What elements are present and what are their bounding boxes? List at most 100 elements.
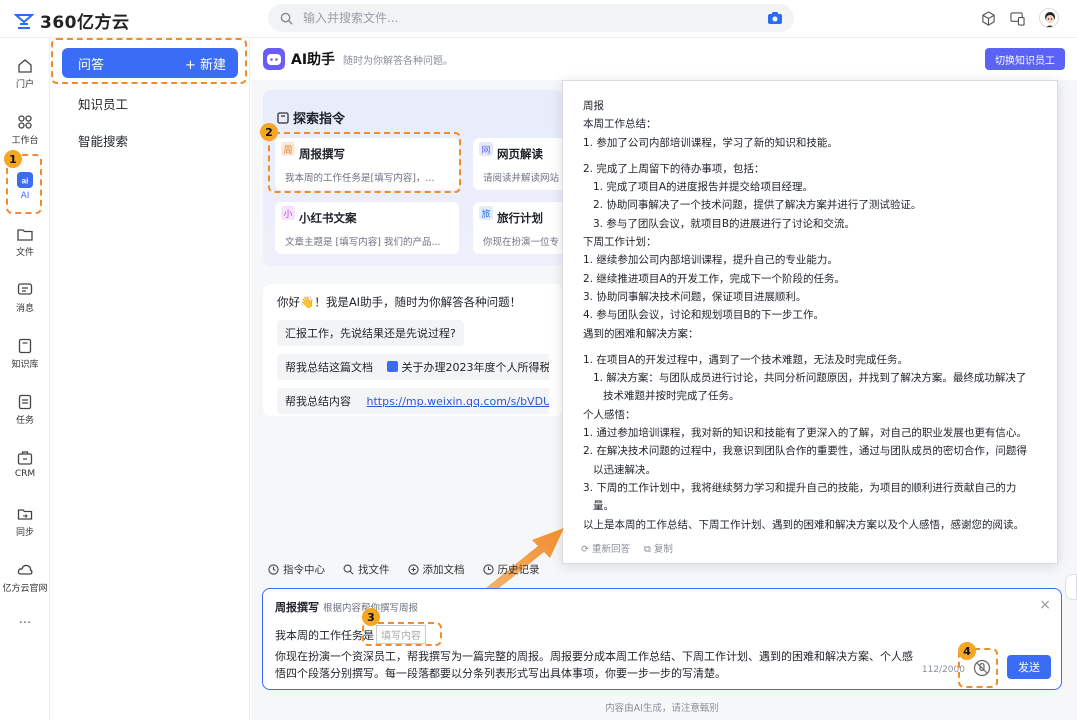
step-badge-1: 1 (4, 150, 22, 168)
answer-actions: ⟳ 重新回答 ⧉ 复制 (581, 541, 673, 555)
nav-item-sync[interactable]: 同步 (0, 506, 50, 538)
search-icon (343, 564, 354, 575)
regenerate-button[interactable]: ⟳ 重新回答 (581, 541, 630, 555)
logo-icon (14, 13, 34, 29)
suggestion-label: 帮我总结这篇文档 (285, 361, 373, 374)
highlight-qa-button (51, 38, 247, 84)
step-badge-4: 4 (958, 642, 976, 660)
nav-item-tasks[interactable]: 任务 (0, 394, 50, 426)
prompt-title: 周报撰写 (275, 601, 319, 614)
compass-icon (268, 564, 279, 575)
copy-label: 复制 (653, 544, 673, 555)
book-icon (18, 338, 32, 354)
brand-logo[interactable]: 360亿方云 (14, 8, 130, 33)
nav-item-more[interactable]: ··· (0, 616, 50, 631)
answer-line: 以迅速解决。 (593, 463, 656, 476)
answer-line: 以上是本周的工作总结、下周工作计划、遇到的困难和解决方案以及个人感悟，感谢您的阅… (583, 518, 1024, 531)
suggestion-chip[interactable]: 帮我总结这篇文档 关于办理2023年度个人所得税... (277, 354, 549, 380)
explore-title: 探索指令 (277, 108, 345, 127)
suggestion-chip[interactable]: 汇报工作，先说结果还是先说过程? (277, 320, 464, 346)
copy-button[interactable]: ⧉ 复制 (644, 541, 673, 555)
add-document-button[interactable]: 添加文档 (407, 562, 465, 577)
command-card-web-reading[interactable]: 网 网页解读 请阅读并解读网站 (473, 138, 563, 190)
find-file-button[interactable]: 找文件 (343, 562, 390, 577)
nav-label: 文件 (15, 248, 34, 258)
answer-line: 2. 在解决技术问题的过程中，我意识到团队合作的重要性，通过与团队成员的密切合作… (583, 445, 1027, 458)
search-input[interactable] (303, 11, 768, 25)
sidebar-item-knowledge-staff[interactable]: 知识员工 (78, 94, 128, 113)
history-button[interactable]: 历史记录 (482, 562, 540, 577)
switch-staff-button[interactable]: 切换知识员工 (985, 48, 1065, 70)
cloud-icon (17, 564, 33, 575)
step-badge-2: 2 (260, 123, 278, 141)
side-float-button[interactable] (1065, 574, 1077, 600)
answer-line: 下周工作计划： (583, 236, 657, 249)
input-toolbar: 指令中心 找文件 添加文档 历史记录 (268, 562, 540, 577)
close-icon[interactable]: × (1039, 597, 1051, 613)
answer-line: 1. 继续参加公司内部培训课程，提升自己的专业能力。 (583, 254, 838, 267)
send-button[interactable]: 发送 (1007, 655, 1051, 679)
top-bar: 360亿方云 (0, 0, 1077, 38)
suggestion-label: 帮我总结内容 (285, 395, 351, 408)
nav-label: 亿方云官网 (2, 584, 48, 594)
user-avatar[interactable] (1039, 8, 1059, 28)
nav-item-website[interactable]: 亿方云官网 (0, 562, 50, 594)
answer-line: 1. 解决方案：与团队成员进行讨论，共同分析问题原因，并找到了解决方案。最终成功… (593, 372, 1027, 385)
tag-icon: 小 (281, 206, 295, 220)
nav-label: 知识库 (11, 360, 39, 370)
suggestion-doc: 关于办理2023年度个人所得税... (401, 361, 550, 374)
toolbar-label: 历史记录 (497, 564, 540, 576)
answer-line: 个人感悟： (583, 408, 636, 421)
answer-line: 1. 参加了公司内部培训课程，学习了新的知识和技能。 (583, 136, 838, 149)
card-title: 旅行计划 (497, 211, 543, 225)
nav-item-knowledge[interactable]: 知识库 (0, 338, 50, 370)
suggestion-chip[interactable]: 帮我总结内容 https://mp.weixin.qq.com/s/bVDUHn… (277, 388, 549, 414)
sidebar-item-smart-search[interactable]: 智能搜索 (78, 131, 128, 150)
answer-line: 3. 参与了团队会议，就项目B的进展进行了讨论和交流。 (593, 217, 856, 230)
answer-line: 2. 继续推进项目A的开发工作，完成下一个阶段的任务。 (583, 272, 846, 285)
answer-line: 本周工作总结： (583, 118, 657, 131)
toolbar-label: 找文件 (358, 564, 390, 576)
nav-item-files[interactable]: 文件 (0, 226, 50, 258)
answer-popup: 周报 本周工作总结： 1. 参加了公司内部培训课程，学习了新的知识和技能。 2. 完成… (562, 80, 1058, 564)
greeting-text: 你好👋！我是AI助手，随时为你解答各种问题！ (277, 295, 522, 309)
highlight-weekly-card (268, 132, 461, 193)
word-doc-icon (386, 361, 398, 372)
command-card-xiaohongshu[interactable]: 小 小红书文案 文章主题是 [填写内容] 我们的产品... (275, 202, 459, 254)
camera-icon[interactable] (768, 12, 782, 24)
answer-line: 2. 完成了上周留下的待办事项，包括： (583, 162, 765, 175)
book-icon (277, 112, 289, 124)
cube-icon[interactable] (981, 10, 996, 26)
top-icons (981, 8, 1059, 28)
brand-name: 360亿方云 (40, 13, 130, 33)
nav-item-crm[interactable]: CRM (0, 450, 50, 479)
answer-line: 3. 协助同事解决技术问题，保证项目进展顺利。 (583, 290, 807, 303)
answer-content: 周报 本周工作总结： 1. 参加了公司内部培训课程，学习了新的知识和技能。 2. 完成… (583, 97, 1037, 534)
command-card-travel-plan[interactable]: 旅 旅行计划 你现在扮演一位专 (473, 202, 563, 254)
nav-label: 工作台 (11, 136, 39, 146)
main-header: AI助手 随时为你解答各种问题。 切换知识员工 (251, 38, 1077, 80)
nav-item-workbench[interactable]: 工作台 (0, 114, 50, 146)
regenerate-label: 重新回答 (591, 544, 630, 555)
sync-icon (17, 509, 33, 520)
search-bar[interactable] (268, 4, 794, 32)
robot-icon (263, 48, 285, 70)
prompt-header: 周报撰写 根据内容帮你撰写周报 (275, 599, 1049, 615)
toolbar-label: 指令中心 (283, 564, 325, 576)
answer-line: 量。 (593, 500, 614, 513)
chat-icon (17, 283, 33, 295)
answer-line: 1. 在项目A的开发过程中，遇到了一个技术难题，无法及时完成任务。 (583, 353, 909, 366)
toolbar-label: 添加文档 (422, 564, 465, 576)
nav-label: 门户 (15, 80, 34, 90)
task-prefix: 我本周的工作任务是 (275, 628, 374, 642)
device-icon[interactable] (1010, 11, 1025, 26)
suggestion-link[interactable]: https://mp.weixin.qq.com/s/bVDUHnUe (367, 395, 550, 408)
search-icon (280, 12, 293, 25)
nav-item-portal[interactable]: 门户 (0, 58, 50, 90)
left-nav: 门户 工作台 ai AI 文件 消息 知识库 任务 CRM 同步 亿方云官网 ·… (0, 38, 50, 720)
answer-line: 技术难题并按时完成了任务。 (603, 390, 740, 403)
prompt-text[interactable]: 你现在扮演一个资深员工，帮我撰写为一篇完整的周报。周报要分成本周工作总结、下周工… (275, 648, 915, 682)
page-title: AI助手 (291, 52, 336, 68)
nav-item-messages[interactable]: 消息 (0, 282, 50, 314)
command-center-button[interactable]: 指令中心 (268, 562, 325, 577)
